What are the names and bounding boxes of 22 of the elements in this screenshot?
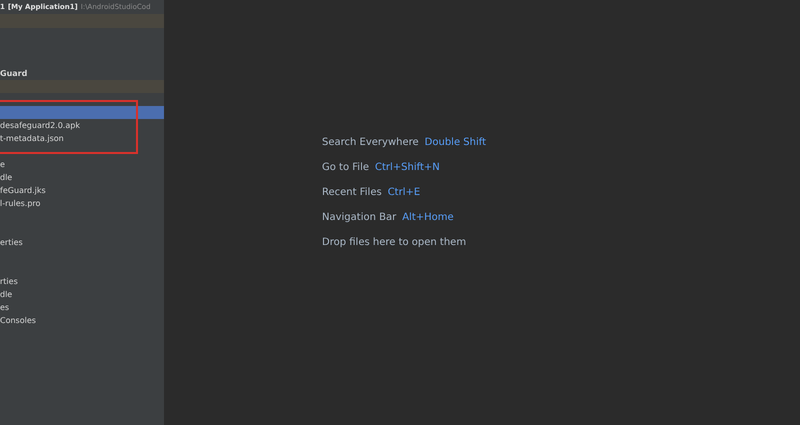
tree-item[interactable]: desafeguard2.0.apk [0,119,164,132]
tree-item[interactable]: rties [0,275,164,288]
tree-item[interactable]: dle [0,171,164,184]
shortcut-text: Double Shift [424,136,486,150]
hint-text: Go to File [322,160,369,174]
tree-item[interactable]: l-rules.pro [0,197,164,210]
tree-item[interactable] [0,106,164,119]
tree-item[interactable]: feGuard.jks [0,184,164,197]
shortcut-text: Alt+Home [402,210,454,224]
tree-item[interactable]: e [0,158,164,171]
tree-item[interactable]: dle [0,288,164,301]
tree-item[interactable]: es [0,301,164,314]
hint-text: Search Everywhere [322,136,419,150]
tree-item[interactable]: t-metadata.json [0,132,164,145]
hint-text: Recent Files [322,186,382,200]
shortcut-text: Ctrl+Shift+N [375,160,440,174]
shortcut-text: Ctrl+E [388,186,420,200]
hint-text: Drop files here to open them [322,236,466,250]
tree-item[interactable]: Consoles [0,314,164,327]
hint-text: Navigation Bar [322,210,396,224]
tree-item[interactable]: Guard [0,67,164,80]
tree-item[interactable]: erties [0,236,164,249]
